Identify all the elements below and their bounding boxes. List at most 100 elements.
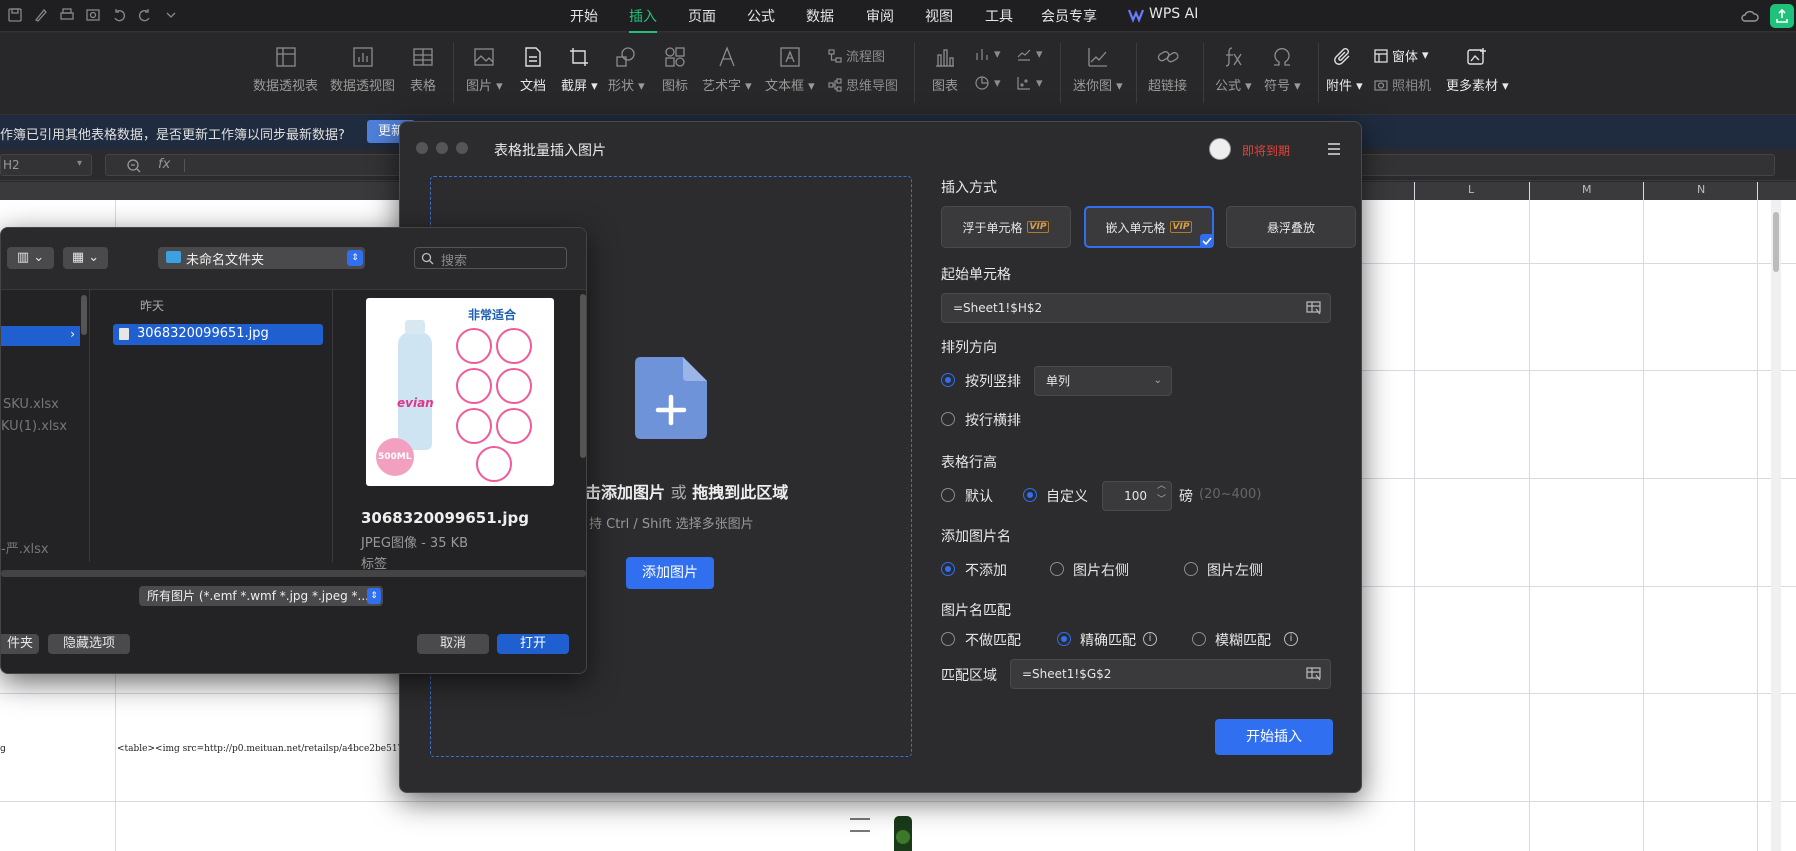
pie-chart-button[interactable]: ▾	[974, 75, 1001, 91]
info-icon[interactable]: i	[1143, 632, 1157, 646]
tab-start[interactable]: 开始	[570, 6, 598, 26]
document-button[interactable]: 文档	[520, 45, 546, 94]
zoom-icon[interactable]	[126, 158, 142, 174]
folder-select[interactable]: 未命名文件夹 ⇕	[158, 247, 365, 269]
info-icon[interactable]: i	[1284, 632, 1298, 646]
cell-picker-icon[interactable]	[1306, 301, 1322, 315]
chevron-down-icon[interactable]	[162, 6, 180, 24]
horizontal-scrollbar[interactable]	[1, 570, 586, 577]
file-type-filter[interactable]: 所有图片 (*.emf *.wmf *.jpg *.jpeg *.... ⇕	[139, 586, 383, 606]
direction-select[interactable]: 单列 ⌄	[1034, 366, 1172, 396]
tab-view[interactable]: 视图	[925, 6, 953, 26]
formula-button[interactable]: 公式 ▾	[1215, 45, 1252, 94]
minimize-window-button[interactable]	[436, 142, 448, 154]
view-column-button[interactable]: ▥ ⌄	[7, 247, 54, 269]
flowchart-button[interactable]: 流程图	[828, 46, 885, 65]
sidebar-selected-row[interactable]: ›	[1, 326, 80, 346]
add-picture-button[interactable]: 添加图片	[626, 557, 714, 589]
wordart-button[interactable]: 艺术字 ▾	[702, 45, 752, 94]
avatar[interactable]	[1209, 138, 1231, 160]
sheet-scrollbar[interactable]	[1771, 200, 1781, 851]
column-m[interactable]: M	[1582, 183, 1592, 196]
file-search-input[interactable]: 搜索	[414, 247, 567, 269]
form-button[interactable]: 窗体 ▾	[1374, 46, 1429, 65]
brush-icon[interactable]	[32, 6, 50, 24]
cell-fragment[interactable]: g	[0, 744, 6, 754]
tab-member[interactable]: 会员专享	[1041, 6, 1097, 26]
tab-formula[interactable]: 公式	[747, 6, 775, 26]
table-button[interactable]: 表格	[410, 45, 436, 94]
cloud-icon[interactable]	[1740, 6, 1760, 26]
attachment-button[interactable]: 附件 ▾	[1326, 45, 1363, 94]
zoom-window-button[interactable]	[456, 142, 468, 154]
name-right-radio[interactable]	[1050, 562, 1064, 576]
column-scrollbar[interactable]	[81, 295, 87, 335]
column-l[interactable]: L	[1468, 183, 1474, 196]
tab-data[interactable]: 数据	[806, 6, 834, 26]
icon-library-button[interactable]: 图标	[662, 45, 688, 94]
file-item[interactable]: SKU.xlsx	[3, 397, 59, 412]
name-box[interactable]: H2 ▾	[0, 154, 92, 176]
row-height-default-radio[interactable]	[941, 488, 955, 502]
hyperlink-button[interactable]: 超链接	[1148, 45, 1187, 94]
pivot-chart-button[interactable]: 数据透视图	[330, 45, 395, 94]
mindmap-button[interactable]: 思维导图	[828, 75, 898, 94]
start-insert-button[interactable]: 开始插入	[1215, 719, 1333, 755]
mode-embed-button[interactable]: 嵌入单元格 VIP	[1084, 206, 1214, 248]
start-cell-input[interactable]: =Sheet1!$H$2	[941, 293, 1331, 323]
print-icon[interactable]	[58, 6, 76, 24]
match-none-radio[interactable]	[941, 632, 955, 646]
match-range-input[interactable]: =Sheet1!$G$2	[1010, 659, 1331, 689]
shape-button[interactable]: 形状 ▾	[608, 45, 645, 94]
fx-icon[interactable]: fx	[158, 157, 170, 172]
file-item[interactable]: KU(1).xlsx	[1, 419, 67, 434]
new-folder-button[interactable]: 件夹	[1, 634, 39, 654]
close-window-button[interactable]	[416, 142, 428, 154]
cancel-button[interactable]: 取消	[417, 634, 489, 654]
match-exact-radio[interactable]	[1057, 632, 1071, 646]
scatter-chart-button[interactable]: ▾	[1016, 75, 1043, 91]
tab-tools[interactable]: 工具	[985, 6, 1013, 26]
redo-icon[interactable]	[136, 6, 154, 24]
open-button[interactable]: 打开	[497, 634, 569, 654]
column-n[interactable]: N	[1697, 183, 1705, 196]
match-fuzzy-radio[interactable]	[1192, 632, 1206, 646]
more-materials-button[interactable]: 更多素材 ▾	[1446, 45, 1509, 94]
tab-review[interactable]: 审阅	[866, 6, 894, 26]
dir-row-radio[interactable]	[941, 412, 955, 426]
tab-wps-ai[interactable]: WPS AI	[1149, 6, 1198, 22]
hide-options-button[interactable]: 隐藏选项	[48, 634, 130, 654]
symbol-button[interactable]: 符号 ▾	[1264, 45, 1301, 94]
textbox-button[interactable]: 文本框 ▾	[765, 45, 815, 94]
camera-button[interactable]: 照相机	[1374, 75, 1431, 94]
print-preview-icon[interactable]	[84, 6, 102, 24]
picture-button[interactable]: 图片 ▾	[466, 45, 503, 94]
share-icon[interactable]	[1770, 4, 1794, 28]
file-item[interactable]: -严.xlsx	[1, 538, 49, 557]
name-left-radio[interactable]	[1184, 562, 1198, 576]
mode-stack-button[interactable]: 悬浮叠放	[1226, 206, 1356, 248]
row-height-custom-radio[interactable]	[1023, 488, 1037, 502]
cell-picker-icon[interactable]	[1306, 667, 1322, 681]
sparkline-button[interactable]: 迷你图 ▾	[1073, 45, 1123, 94]
name-none-radio[interactable]	[941, 562, 955, 576]
mode-float-button[interactable]: 浮于单元格 VIP	[941, 206, 1071, 248]
stepper-arrows-icon[interactable]: ︿ ﹀	[1157, 479, 1166, 507]
preview-scrollbar[interactable]	[580, 294, 586, 458]
hamburger-menu-icon[interactable]	[1326, 142, 1342, 156]
view-grid-button[interactable]: ▦ ⌄	[63, 247, 108, 269]
screenshot-button[interactable]: 截屏 ▾	[561, 45, 598, 94]
row-height-stepper[interactable]: 100 ︿ ﹀	[1102, 481, 1172, 511]
dir-column-radio[interactable]	[941, 373, 955, 387]
selected-file-row[interactable]: 3068320099651.jpg	[113, 324, 323, 345]
line-chart-button[interactable]: ▾	[1016, 46, 1043, 62]
bar-chart-button[interactable]: ▾	[974, 46, 1001, 62]
undo-icon[interactable]	[110, 6, 128, 24]
tab-insert[interactable]: 插入	[629, 6, 657, 33]
pivot-table-button[interactable]: 数据透视表	[253, 45, 318, 94]
cell-html-text[interactable]: <table><img src=http://p0.meituan.net/re…	[117, 744, 420, 754]
chart-button[interactable]: 图表	[932, 45, 958, 94]
tab-page[interactable]: 页面	[688, 6, 716, 26]
save-icon[interactable]	[6, 6, 24, 24]
membership-expire-label[interactable]: 即将到期	[1242, 142, 1290, 159]
